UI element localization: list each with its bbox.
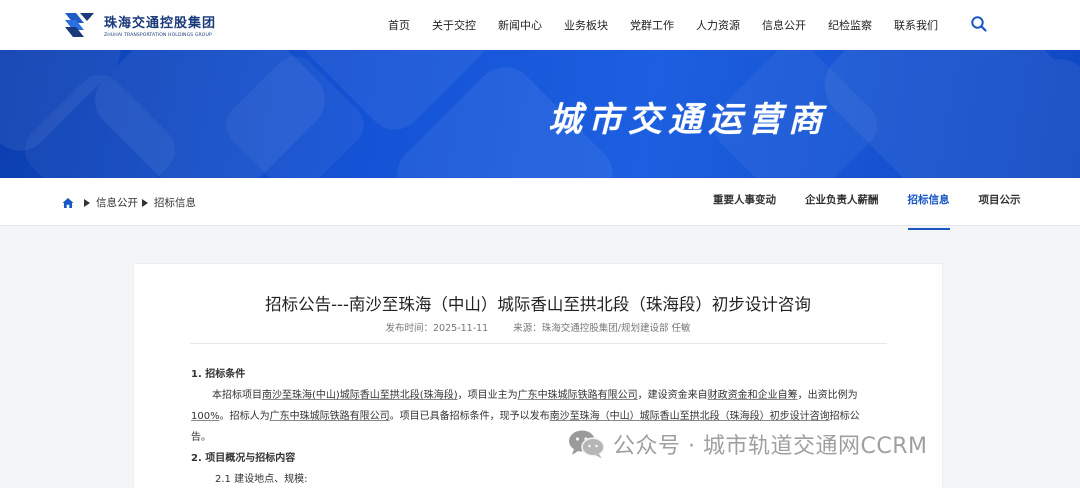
subsection-heading: 2.1 建设地点、规模: <box>215 474 308 485</box>
watermark: 公众号 · 城市轨道交通网CCRM <box>567 427 927 461</box>
nav-info[interactable]: 信息公开 <box>762 17 806 33</box>
chevron-right-icon <box>84 198 90 207</box>
nav-news[interactable]: 新闻中心 <box>498 17 542 33</box>
logo[interactable]: 珠海交通控股集团 ZHUHAI TRANSPORTATION HOLDINGS … <box>62 6 222 44</box>
site-header: 珠海交通控股集团 ZHUHAI TRANSPORTATION HOLDINGS … <box>0 0 1080 50</box>
project-name: 南沙至珠海(中山)城际香山至拱北段(珠海段) <box>262 390 458 401</box>
section-tabs: 重要人事变动 企业负责人薪酬 招标信息 项目公示 <box>713 178 1050 230</box>
text: ，项目业主为 <box>457 390 518 401</box>
wechat-icon <box>569 430 605 459</box>
tab-executive-pay[interactable]: 企业负责人薪酬 <box>805 178 879 226</box>
publish-time: 发布时间：2025-11-11 <box>385 323 489 334</box>
owner-name: 广东中珠城际铁路有限公司 <box>517 390 638 401</box>
text: 招标公 <box>829 411 860 422</box>
logo-name: 珠海交通控股集团 <box>104 16 217 31</box>
nav-about[interactable]: 关于交控 <box>432 17 476 33</box>
nav-discipline[interactable]: 纪检监察 <box>828 17 872 33</box>
chevron-right-icon <box>142 198 148 207</box>
logo-icon <box>65 13 94 37</box>
tab-personnel-changes[interactable]: 重要人事变动 <box>713 178 776 226</box>
paragraph: 本招标项目南沙至珠海(中山)城际香山至拱北段(珠海段)，项目业主为广东中珠城际铁… <box>191 385 887 406</box>
breadcrumb: 信息公开 招标信息 <box>62 195 196 210</box>
funding-source: 财政资金和企业自筹 <box>707 390 798 401</box>
breadcrumb-bidding[interactable]: 招标信息 <box>154 195 196 210</box>
text: ，出资比例为 <box>797 390 858 401</box>
tab-bidding-info[interactable]: 招标信息 <box>907 178 950 230</box>
nav-business[interactable]: 业务板块 <box>564 17 608 33</box>
watermark-text: 公众号 · 城市轨道交通网CCRM <box>613 434 928 459</box>
breadcrumb-info[interactable]: 信息公开 <box>96 195 138 210</box>
paragraph: 100%。招标人为广东中珠城际铁路有限公司。项目已具备招标条件，现予以发布南沙至… <box>191 406 887 427</box>
article-meta: 发布时间：2025-11-11 来源：珠海交通控股集团/规划建设部 任敏 <box>134 320 942 334</box>
hero-banner: 城市交通运营商 <box>0 50 1080 178</box>
main-nav: 首页 关于交控 新闻中心 业务板块 党群工作 人力资源 信息公开 纪检监察 联系… <box>388 0 960 50</box>
tab-project-notice[interactable]: 项目公示 <box>979 178 1021 226</box>
home-icon[interactable] <box>62 197 74 209</box>
sub-navigation-bar: 信息公开 招标信息 重要人事变动 企业负责人薪酬 招标信息 项目公示 <box>0 178 1080 230</box>
text: 。招标人为 <box>219 411 270 422</box>
nav-contact[interactable]: 联系我们 <box>894 17 938 33</box>
banner-pattern <box>0 50 1080 178</box>
search-icon[interactable] <box>970 15 988 33</box>
article-body: 1. 招标条件 本招标项目南沙至珠海(中山)城际香山至拱北段(珠海段)，项目业主… <box>191 364 887 488</box>
bidding-project: 南沙至珠海（中山）城际香山至拱北段（珠海段）初步设计咨询 <box>549 411 830 422</box>
banner-title: 城市交通运营商 <box>548 100 828 140</box>
funding-ratio: 100% <box>191 411 220 422</box>
nav-party[interactable]: 党群工作 <box>630 17 674 33</box>
text: 。项目已具备招标条件，现予以发布 <box>389 411 550 422</box>
section-heading: 1. 招标条件 <box>191 369 246 380</box>
article-title: 招标公告---南沙至珠海（中山）城际香山至拱北段（珠海段）初步设计咨询 <box>265 295 811 314</box>
divider <box>190 343 887 344</box>
text: ，建设资金来自 <box>637 390 708 401</box>
nav-hr[interactable]: 人力资源 <box>696 17 740 33</box>
logo-english-name: ZHUHAI TRANSPORTATION HOLDINGS GROUP <box>104 33 212 38</box>
tenderer-name: 广东中珠城际铁路有限公司 <box>269 411 390 422</box>
nav-home[interactable]: 首页 <box>388 17 410 33</box>
text: 本招标项目 <box>212 390 262 401</box>
article-source: 来源：珠海交通控股集团/规划建设部 任敏 <box>513 323 691 334</box>
